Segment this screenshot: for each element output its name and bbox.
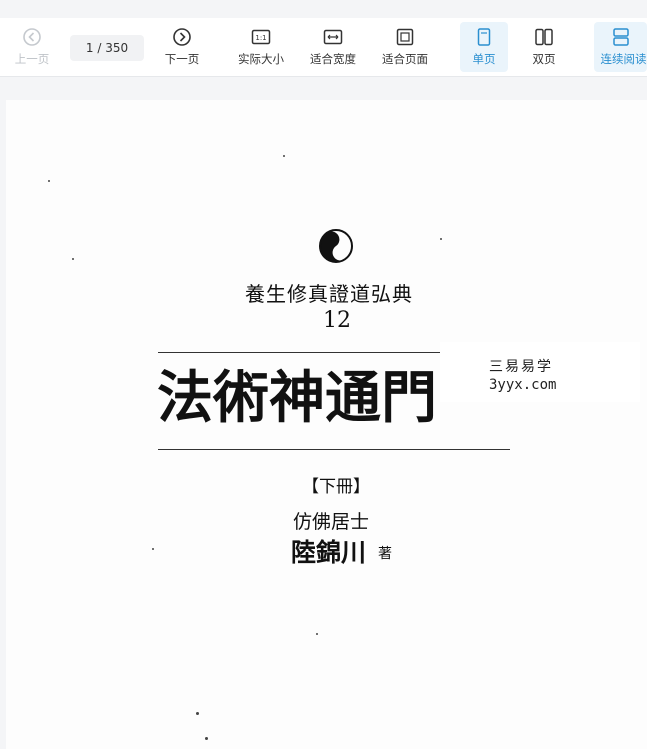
actual-size-label: 实际大小	[238, 52, 284, 66]
actual-size-button[interactable]: 1:1 实际大小	[234, 22, 288, 72]
scan-speck	[72, 258, 74, 260]
scan-speck	[440, 238, 442, 240]
volume-number: 12	[323, 308, 351, 333]
double-page-button[interactable]: 双页	[520, 22, 568, 72]
taiji-logo-icon	[319, 229, 353, 263]
chevron-left-circle-icon	[23, 28, 41, 46]
next-page-label: 下一页	[164, 52, 200, 66]
watermark-url: 3yyx.com	[489, 377, 557, 393]
scan-speck	[48, 180, 50, 182]
author-suffix: 著	[378, 546, 392, 562]
fit-width-label: 适合宽度	[310, 52, 356, 66]
author-alias: 仿佛居士	[293, 511, 370, 533]
continuous-reading-label: 连续阅读	[600, 52, 647, 66]
fit-width-button[interactable]: 适合宽度	[305, 22, 361, 72]
fit-page-label: 适合页面	[382, 52, 428, 66]
volume-label: 【下冊】	[302, 477, 370, 497]
chevron-right-circle-icon	[173, 28, 191, 46]
prev-page-button[interactable]: 上一页	[8, 22, 56, 72]
continuous-reading-icon	[612, 28, 629, 46]
continuous-reading-button[interactable]: 连续阅读	[594, 22, 647, 72]
actual-size-icon: 1:1	[251, 29, 271, 45]
fit-page-icon	[396, 28, 414, 46]
svg-text:1:1: 1:1	[255, 34, 266, 42]
double-page-icon	[535, 28, 553, 46]
fit-page-button[interactable]: 适合页面	[377, 22, 433, 72]
scan-speck	[196, 712, 199, 715]
watermark-text-cn: 三易易学	[489, 359, 553, 375]
fit-width-icon	[323, 29, 343, 45]
bottom-rule	[158, 449, 510, 450]
double-page-label: 双页	[532, 52, 556, 66]
single-page-icon	[477, 28, 491, 46]
single-page-button[interactable]: 单页	[460, 22, 508, 72]
scan-speck	[205, 737, 208, 740]
author-name: 陸錦川	[291, 538, 367, 567]
single-page-label: 单页	[472, 52, 496, 66]
scan-speck	[283, 155, 285, 157]
series-title: 養生修真證道弘典	[245, 282, 413, 306]
page-number-input[interactable]: 1 / 350	[70, 35, 144, 61]
scan-speck	[316, 633, 318, 635]
book-title: 法術神通門	[157, 365, 437, 431]
scan-speck	[152, 548, 154, 550]
reader-toolbar: 上一页 1 / 350 下一页 1:1 实际大小 适合宽度 适合页面 单页 双页…	[0, 18, 647, 77]
next-page-button[interactable]: 下一页	[158, 22, 206, 72]
prev-page-label: 上一页	[14, 52, 50, 66]
